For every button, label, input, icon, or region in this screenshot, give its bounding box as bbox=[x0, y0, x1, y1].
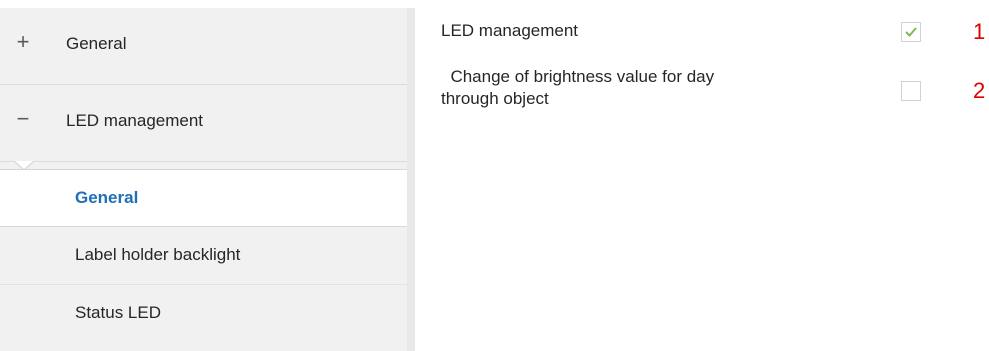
plus-icon[interactable]: + bbox=[14, 30, 32, 54]
param-label-led-management: LED management bbox=[441, 21, 579, 40]
sidebar-group-led-management[interactable]: − LED management bbox=[0, 85, 407, 162]
sidebar-item-label-holder-backlight[interactable]: Label holder backlight bbox=[0, 227, 407, 285]
annotation-marker-2: 2 bbox=[973, 78, 986, 103]
sidebar-item-label: General bbox=[75, 188, 139, 207]
param-label-brightness-line1: Change of brightness value for day bbox=[441, 67, 715, 86]
sidebar-item-status-led[interactable]: Status LED bbox=[0, 285, 407, 343]
sidebar: + General − LED management General Label… bbox=[0, 8, 415, 351]
parameter-window: + General − LED management General Label… bbox=[0, 0, 989, 351]
minus-icon[interactable]: − bbox=[14, 107, 32, 131]
sidebar-item-label: Label holder backlight bbox=[75, 245, 241, 264]
sidebar-scrollbar[interactable] bbox=[407, 8, 415, 351]
sidebar-group-label: LED management bbox=[66, 111, 204, 130]
sidebar-item-label: Status LED bbox=[75, 303, 161, 322]
led-management-checkbox[interactable] bbox=[901, 22, 921, 42]
sidebar-group-label: General bbox=[66, 34, 127, 53]
param-label-brightness-line2: through object bbox=[441, 89, 549, 108]
annotation-marker-1: 1 bbox=[973, 19, 986, 44]
brightness-through-object-checkbox[interactable] bbox=[901, 81, 921, 101]
checkmark-icon bbox=[905, 27, 917, 37]
sidebar-item-general[interactable]: General bbox=[0, 169, 415, 227]
sidebar-group-general[interactable]: + General bbox=[0, 8, 407, 85]
